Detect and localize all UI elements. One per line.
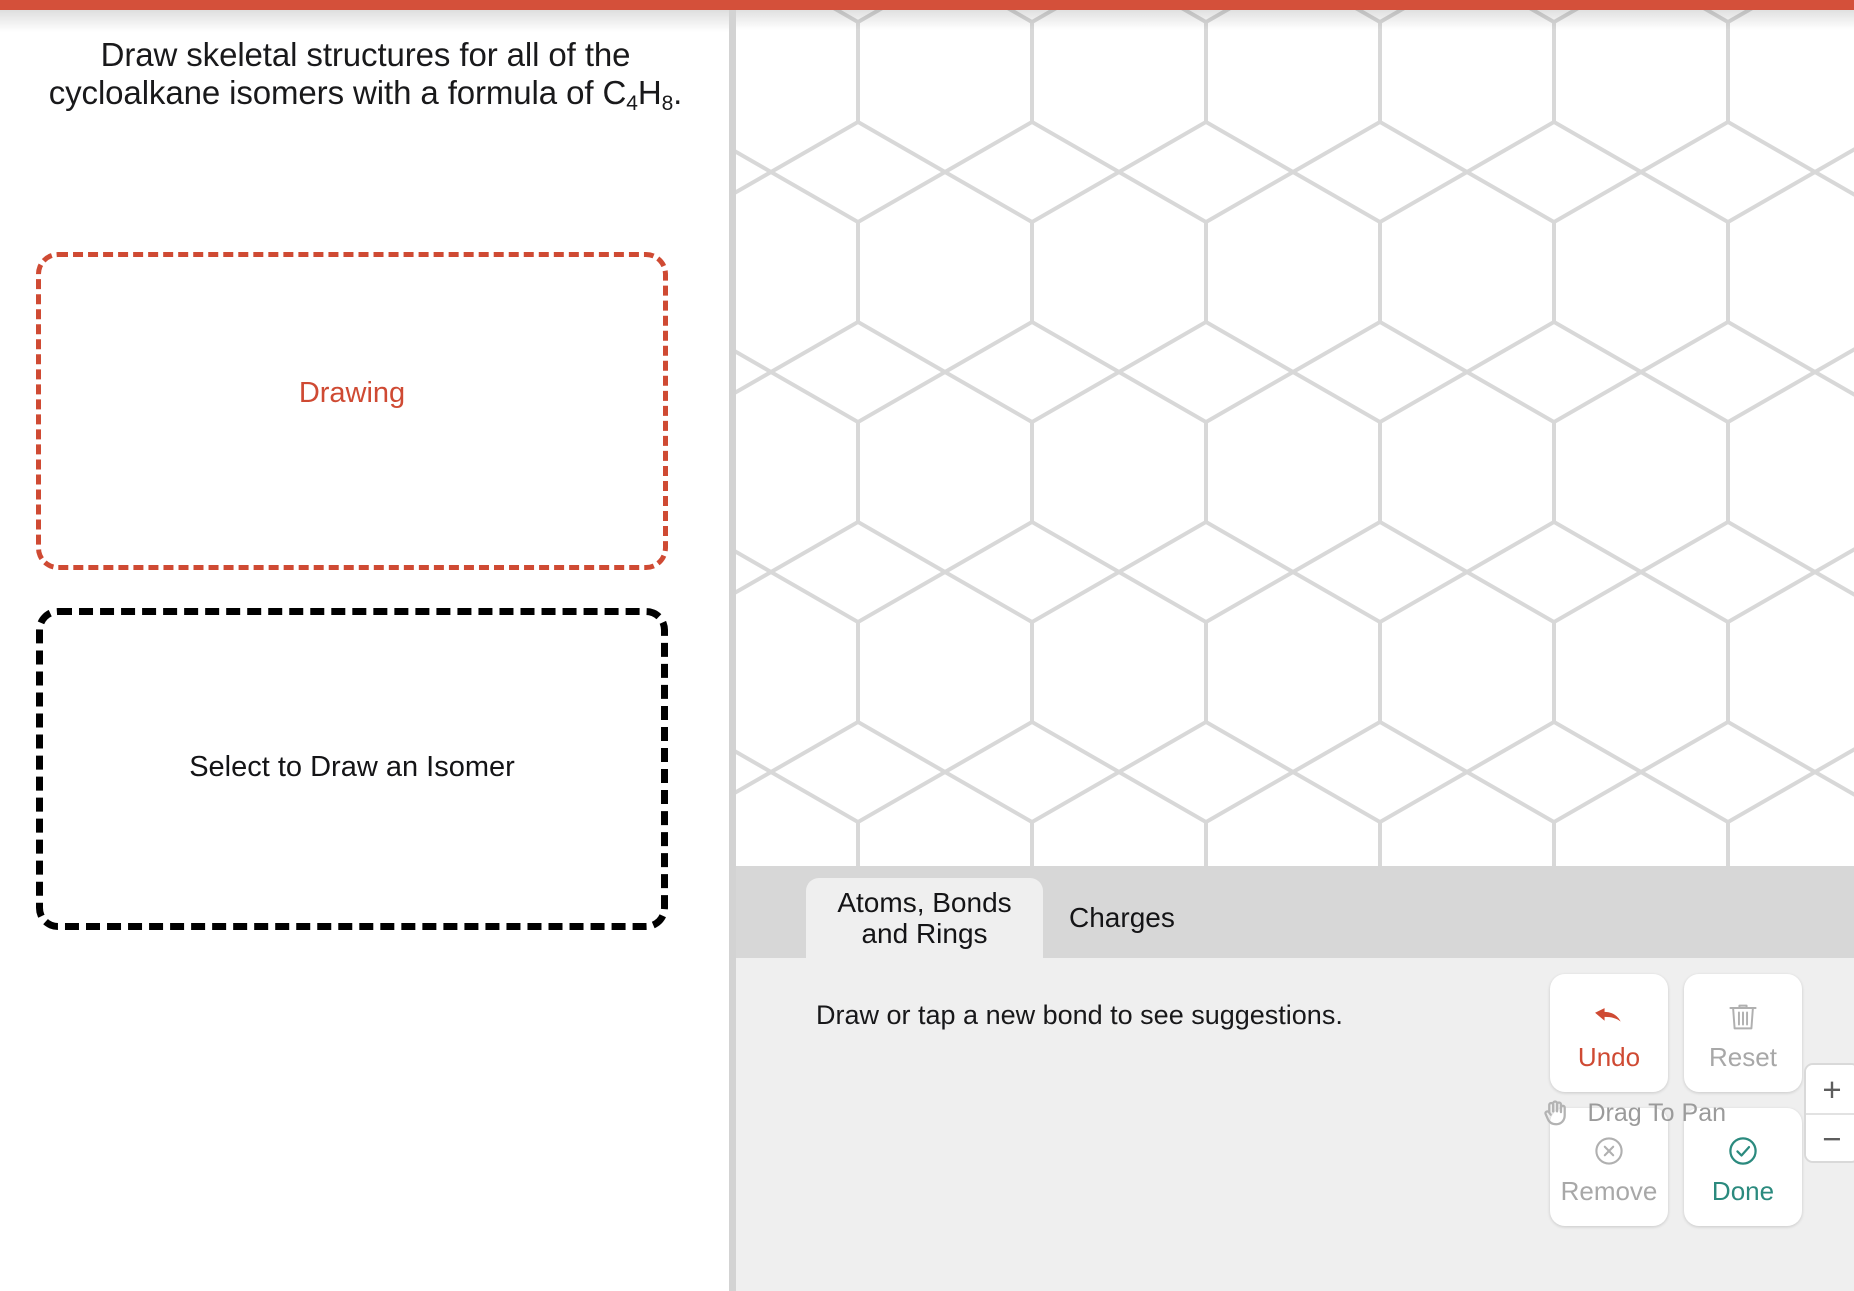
prompt-line-2-mid: H xyxy=(637,73,662,111)
trash-glyph xyxy=(1729,1004,1757,1030)
formula-subscript-8: 8 xyxy=(661,91,674,115)
drawing-slot-label: Drawing xyxy=(298,376,406,409)
panel-divider xyxy=(729,10,736,1291)
undo-button[interactable]: Undo xyxy=(1550,974,1668,1092)
question-panel: Draw skeletal structures for all of the … xyxy=(0,10,731,1291)
undo-arrow-glyph xyxy=(1595,1008,1621,1022)
tab-charges[interactable]: Charges xyxy=(1043,878,1201,958)
prompt-line-2-end: . xyxy=(673,73,683,111)
drag-to-pan-hint: Drag To Pan xyxy=(1538,1095,1726,1131)
select-isomer-slot-label: Select to Draw an Isomer xyxy=(189,750,515,783)
suggestion-hint: Draw or tap a new bond to see suggestion… xyxy=(816,1000,1343,1030)
undo-arrow-icon xyxy=(1588,996,1630,1038)
remove-button-label: Remove xyxy=(1560,1176,1658,1206)
zoom-in-button[interactable]: + xyxy=(1806,1065,1854,1113)
trash-icon xyxy=(1722,996,1764,1038)
check-circle-glyph xyxy=(1729,1137,1757,1165)
undo-button-label: Undo xyxy=(1577,1042,1641,1072)
zoom-control: + − xyxy=(1804,1063,1854,1163)
question-prompt: Draw skeletal structures for all of the … xyxy=(0,36,731,115)
tab-atoms-bonds-and-rings-label: Atoms, Bonds and Rings xyxy=(837,887,1011,950)
tab-label-line-2: and Rings xyxy=(861,918,988,949)
reset-button[interactable]: Reset xyxy=(1684,974,1802,1092)
x-circle-icon xyxy=(1588,1130,1630,1172)
tool-tab-bar: Atoms, Bonds and Rings Charges xyxy=(736,866,1854,958)
done-button-label: Done xyxy=(1711,1176,1775,1206)
top-accent-bar xyxy=(0,0,1854,10)
hex-grid xyxy=(736,10,1854,866)
isomer-drawing-screen: Draw skeletal structures for all of the … xyxy=(0,0,1854,1291)
reset-button-label: Reset xyxy=(1709,1042,1777,1072)
drawing-slot[interactable]: Drawing xyxy=(36,252,668,570)
drag-to-pan-label: Drag To Pan xyxy=(1587,1098,1726,1127)
zoom-out-button[interactable]: − xyxy=(1806,1113,1854,1161)
molecule-canvas[interactable] xyxy=(736,10,1854,866)
tab-charges-label: Charges xyxy=(1069,902,1175,934)
editor-area: Drag To Pan + − Atoms, Bonds and Rings C… xyxy=(736,10,1854,1291)
select-isomer-slot[interactable]: Select to Draw an Isomer xyxy=(36,608,668,930)
formula-subscript-4: 4 xyxy=(626,91,638,115)
prompt-line-1: Draw skeletal structures for all of the xyxy=(100,36,631,73)
check-circle-icon xyxy=(1722,1130,1764,1172)
hand-icon xyxy=(1544,1100,1567,1126)
tab-label-line-1: Atoms, Bonds xyxy=(837,886,1012,918)
x-circle-glyph xyxy=(1595,1137,1623,1165)
prompt-line-2-pre: cycloalkane isomers with a formula of C xyxy=(48,73,627,111)
tab-atoms-bonds-and-rings[interactable]: Atoms, Bonds and Rings xyxy=(806,878,1043,958)
